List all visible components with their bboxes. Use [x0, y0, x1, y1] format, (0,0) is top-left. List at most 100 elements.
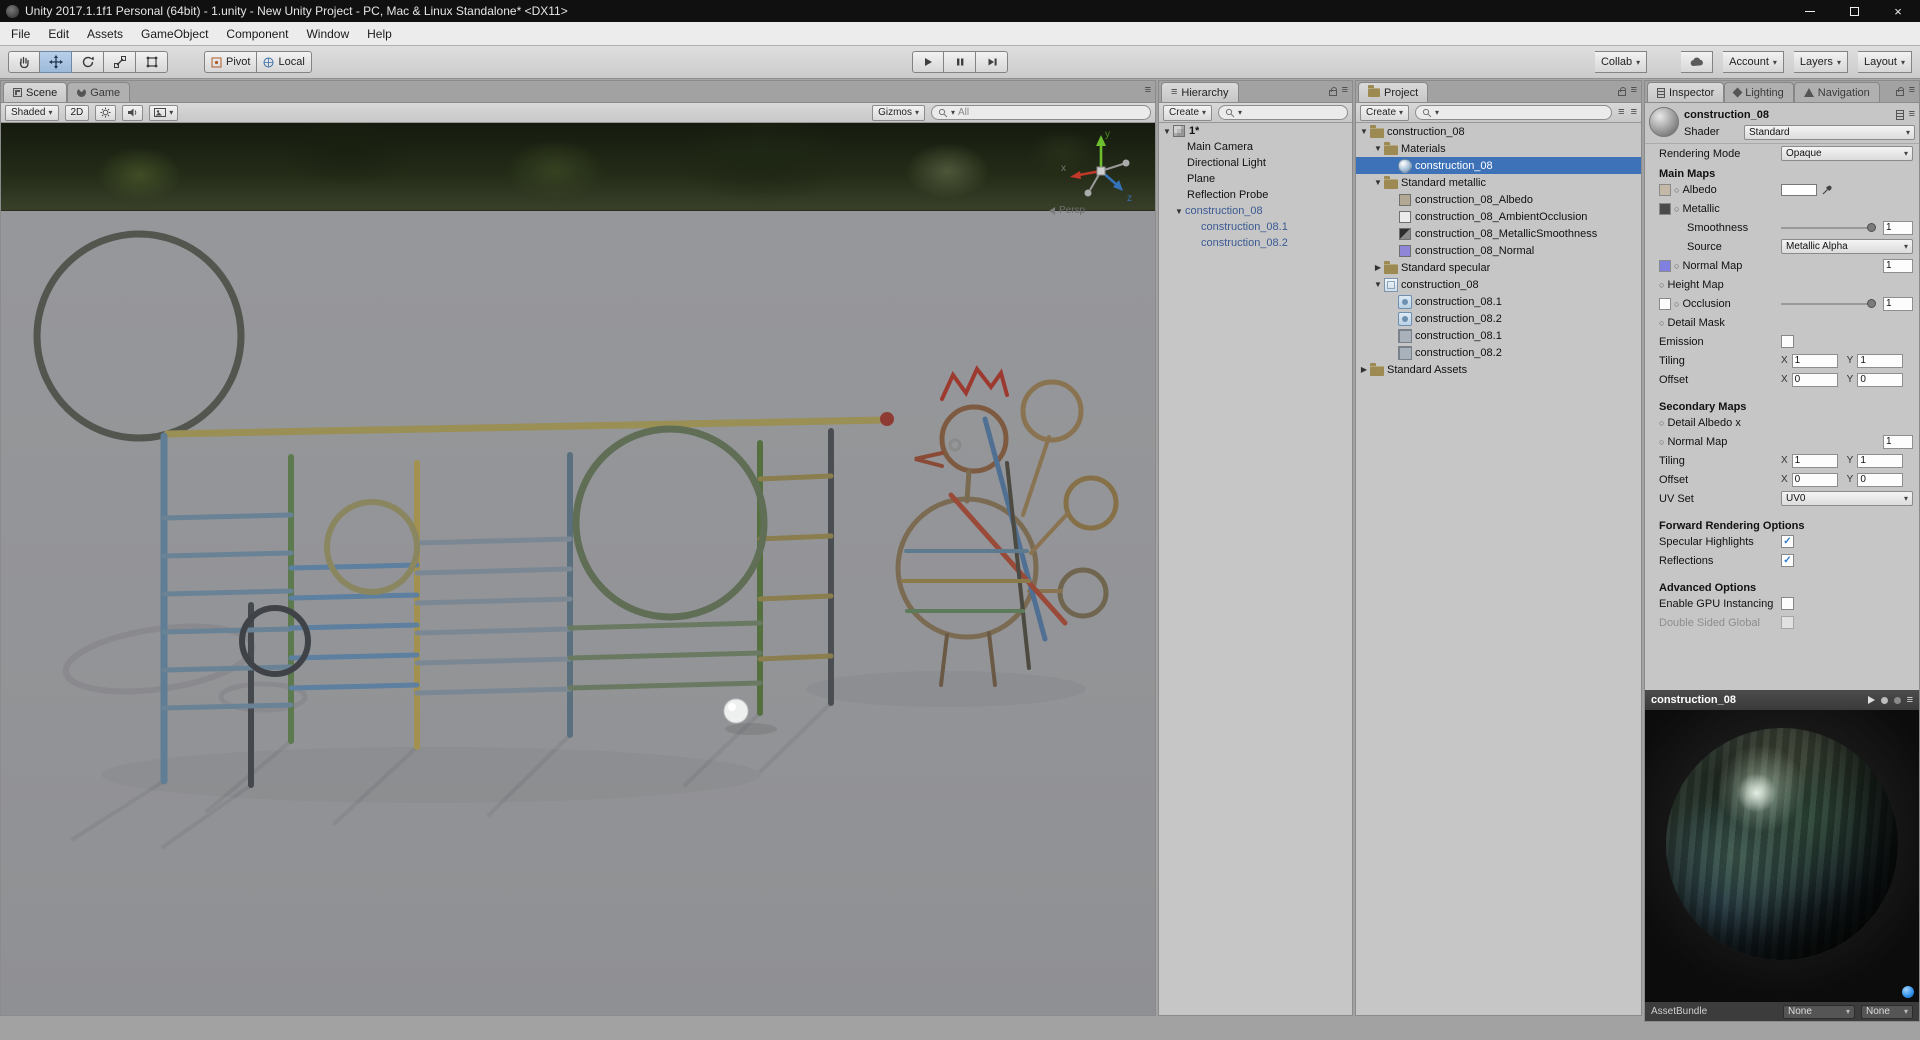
foldout-icon[interactable]: ▼: [1372, 178, 1384, 187]
menu-help[interactable]: Help: [358, 22, 401, 45]
foldout-icon[interactable]: ▶: [1372, 263, 1384, 272]
axis-x-label[interactable]: x: [1061, 163, 1066, 174]
gizmos-dropdown[interactable]: Gizmos ▾: [872, 104, 925, 121]
local-toggle-button[interactable]: Local: [257, 51, 312, 73]
lock-icon[interactable]: [1895, 86, 1904, 96]
material-preview-header[interactable]: construction_08 ≡: [1645, 690, 1919, 710]
texture-slot-icon[interactable]: ○: [1659, 318, 1664, 328]
menu-file[interactable]: File: [2, 22, 39, 45]
play-button[interactable]: [912, 51, 944, 73]
secondary-offset-x-field[interactable]: 0: [1791, 472, 1838, 487]
rotate-tool-button[interactable]: [72, 51, 104, 73]
project-filter-label-icon[interactable]: ≡: [1631, 107, 1637, 118]
hierarchy-item-plane[interactable]: Plane: [1159, 171, 1352, 187]
foldout-icon[interactable]: ▼: [1161, 127, 1173, 136]
tab-hierarchy[interactable]: ≡ Hierarchy: [1161, 82, 1239, 102]
tiling-y-field[interactable]: 1: [1857, 353, 1904, 368]
2d-toggle-button[interactable]: 2D: [64, 104, 90, 121]
specular-highlights-checkbox[interactable]: ✓: [1781, 535, 1794, 548]
project-item-mesh[interactable]: ▶ construction_08.2: [1356, 344, 1641, 361]
hierarchy-item-main-camera[interactable]: Main Camera: [1159, 139, 1352, 155]
minimize-button[interactable]: [1788, 0, 1832, 22]
normal-map-value-field[interactable]: 1: [1883, 258, 1913, 273]
reflections-checkbox[interactable]: ✓: [1781, 554, 1794, 567]
project-item-texture[interactable]: ▶ construction_08_MetallicSmoothness: [1356, 225, 1641, 242]
eyedropper-icon[interactable]: [1821, 184, 1833, 196]
scene-effects-dropdown[interactable]: ▾: [149, 104, 179, 121]
maximize-button[interactable]: [1832, 0, 1876, 22]
account-dropdown[interactable]: Account ▾: [1723, 51, 1784, 73]
texture-slot-icon[interactable]: ○: [1674, 299, 1679, 309]
menu-assets[interactable]: Assets: [78, 22, 132, 45]
project-item-texture[interactable]: ▶ construction_08_AmbientOcclusion: [1356, 208, 1641, 225]
occlusion-slider[interactable]: [1781, 298, 1876, 308]
hierarchy-item-construction-08[interactable]: ▼ construction_08: [1159, 203, 1352, 219]
cloud-button[interactable]: [1681, 51, 1714, 73]
texture-slot-icon[interactable]: ○: [1659, 437, 1664, 447]
uv-set-dropdown[interactable]: UV0 ▾: [1781, 491, 1913, 506]
smoothness-slider[interactable]: [1781, 222, 1876, 232]
material-preview-area[interactable]: [1645, 710, 1919, 1002]
tab-navigation[interactable]: Navigation: [1793, 82, 1880, 102]
collab-dropdown[interactable]: Collab ▾: [1594, 51, 1648, 73]
axis-y-label[interactable]: y: [1105, 129, 1110, 140]
normal-texture-thumb[interactable]: [1659, 259, 1671, 272]
hierarchy-item-directional-light[interactable]: Directional Light: [1159, 155, 1352, 171]
project-item-mesh[interactable]: ▶ construction_08.1: [1356, 293, 1641, 310]
foldout-icon[interactable]: ▼: [1372, 280, 1384, 289]
panel-options-icon[interactable]: ≡: [1631, 85, 1637, 96]
preview-probe-icon[interactable]: [1902, 986, 1914, 998]
preview-light-toggle-icon[interactable]: [1893, 696, 1901, 704]
tab-project[interactable]: Project: [1358, 82, 1429, 102]
lock-icon[interactable]: [1328, 86, 1337, 96]
tiling-x-field[interactable]: 1: [1791, 353, 1838, 368]
shader-dropdown[interactable]: Standard ▾: [1744, 124, 1915, 140]
hierarchy-create-dropdown[interactable]: Create ▾: [1163, 104, 1213, 121]
panel-options-icon[interactable]: ≡: [1342, 85, 1348, 96]
menu-window[interactable]: Window: [297, 22, 358, 45]
step-button[interactable]: [976, 51, 1008, 73]
emission-checkbox[interactable]: [1781, 335, 1794, 348]
project-item-mesh[interactable]: ▶ construction_08.1: [1356, 327, 1641, 344]
project-create-dropdown[interactable]: Create ▾: [1360, 104, 1410, 121]
project-item-folder[interactable]: ▼ Standard metallic: [1356, 174, 1641, 191]
secondary-normal-value-field[interactable]: 1: [1883, 434, 1913, 449]
occlusion-value-field[interactable]: 1: [1883, 296, 1913, 311]
hierarchy-scene-row[interactable]: ▼ 1*: [1159, 123, 1352, 139]
foldout-icon[interactable]: ▼: [1358, 127, 1370, 136]
project-item-texture[interactable]: ▶ construction_08_Normal: [1356, 242, 1641, 259]
project-item-mesh[interactable]: ▶ construction_08.2: [1356, 310, 1641, 327]
preview-options-icon[interactable]: ≡: [1907, 694, 1913, 706]
assetbundle-variant-dropdown[interactable]: None ▾: [1861, 1004, 1913, 1019]
panel-options-icon[interactable]: ≡: [1145, 85, 1151, 96]
project-item-folder[interactable]: ▶ Standard specular: [1356, 259, 1641, 276]
hierarchy-item-construction-08-1[interactable]: construction_08.1: [1159, 219, 1352, 235]
texture-slot-icon[interactable]: ○: [1674, 204, 1679, 214]
assetbundle-name-dropdown[interactable]: None ▾: [1783, 1004, 1855, 1019]
scale-tool-button[interactable]: [104, 51, 136, 73]
scene-lighting-toggle-button[interactable]: [95, 104, 117, 121]
move-tool-button[interactable]: [40, 51, 72, 73]
secondary-tiling-x-field[interactable]: 1: [1791, 453, 1838, 468]
reflection-probe-gizmo[interactable]: [723, 698, 749, 724]
rect-tool-button[interactable]: [136, 51, 168, 73]
layout-dropdown[interactable]: Layout ▾: [1857, 51, 1912, 73]
material-options-icon[interactable]: ≡: [1909, 109, 1915, 120]
offset-x-field[interactable]: 0: [1791, 372, 1838, 387]
hierarchy-search-input[interactable]: ▾: [1218, 105, 1348, 120]
rendering-mode-dropdown[interactable]: Opaque ▾: [1781, 146, 1913, 161]
scene-search-input[interactable]: ▾ All: [931, 105, 1151, 120]
hierarchy-item-reflection-probe[interactable]: Reflection Probe: [1159, 187, 1352, 203]
project-item-folder[interactable]: ▼ Materials: [1356, 140, 1641, 157]
tab-inspector[interactable]: Inspector: [1647, 82, 1725, 102]
hierarchy-item-construction-08-2[interactable]: construction_08.2: [1159, 235, 1352, 251]
foldout-icon[interactable]: ▼: [1173, 207, 1185, 216]
texture-slot-icon[interactable]: ○: [1674, 261, 1679, 271]
texture-slot-icon[interactable]: ○: [1659, 280, 1664, 290]
project-item-material-selected[interactable]: ▶ construction_08: [1356, 157, 1641, 174]
albedo-texture-thumb[interactable]: [1659, 183, 1671, 196]
lock-icon[interactable]: [1617, 86, 1626, 96]
project-filter-type-icon[interactable]: ≡: [1618, 107, 1624, 118]
pause-button[interactable]: [944, 51, 976, 73]
layers-dropdown[interactable]: Layers ▾: [1793, 51, 1848, 73]
